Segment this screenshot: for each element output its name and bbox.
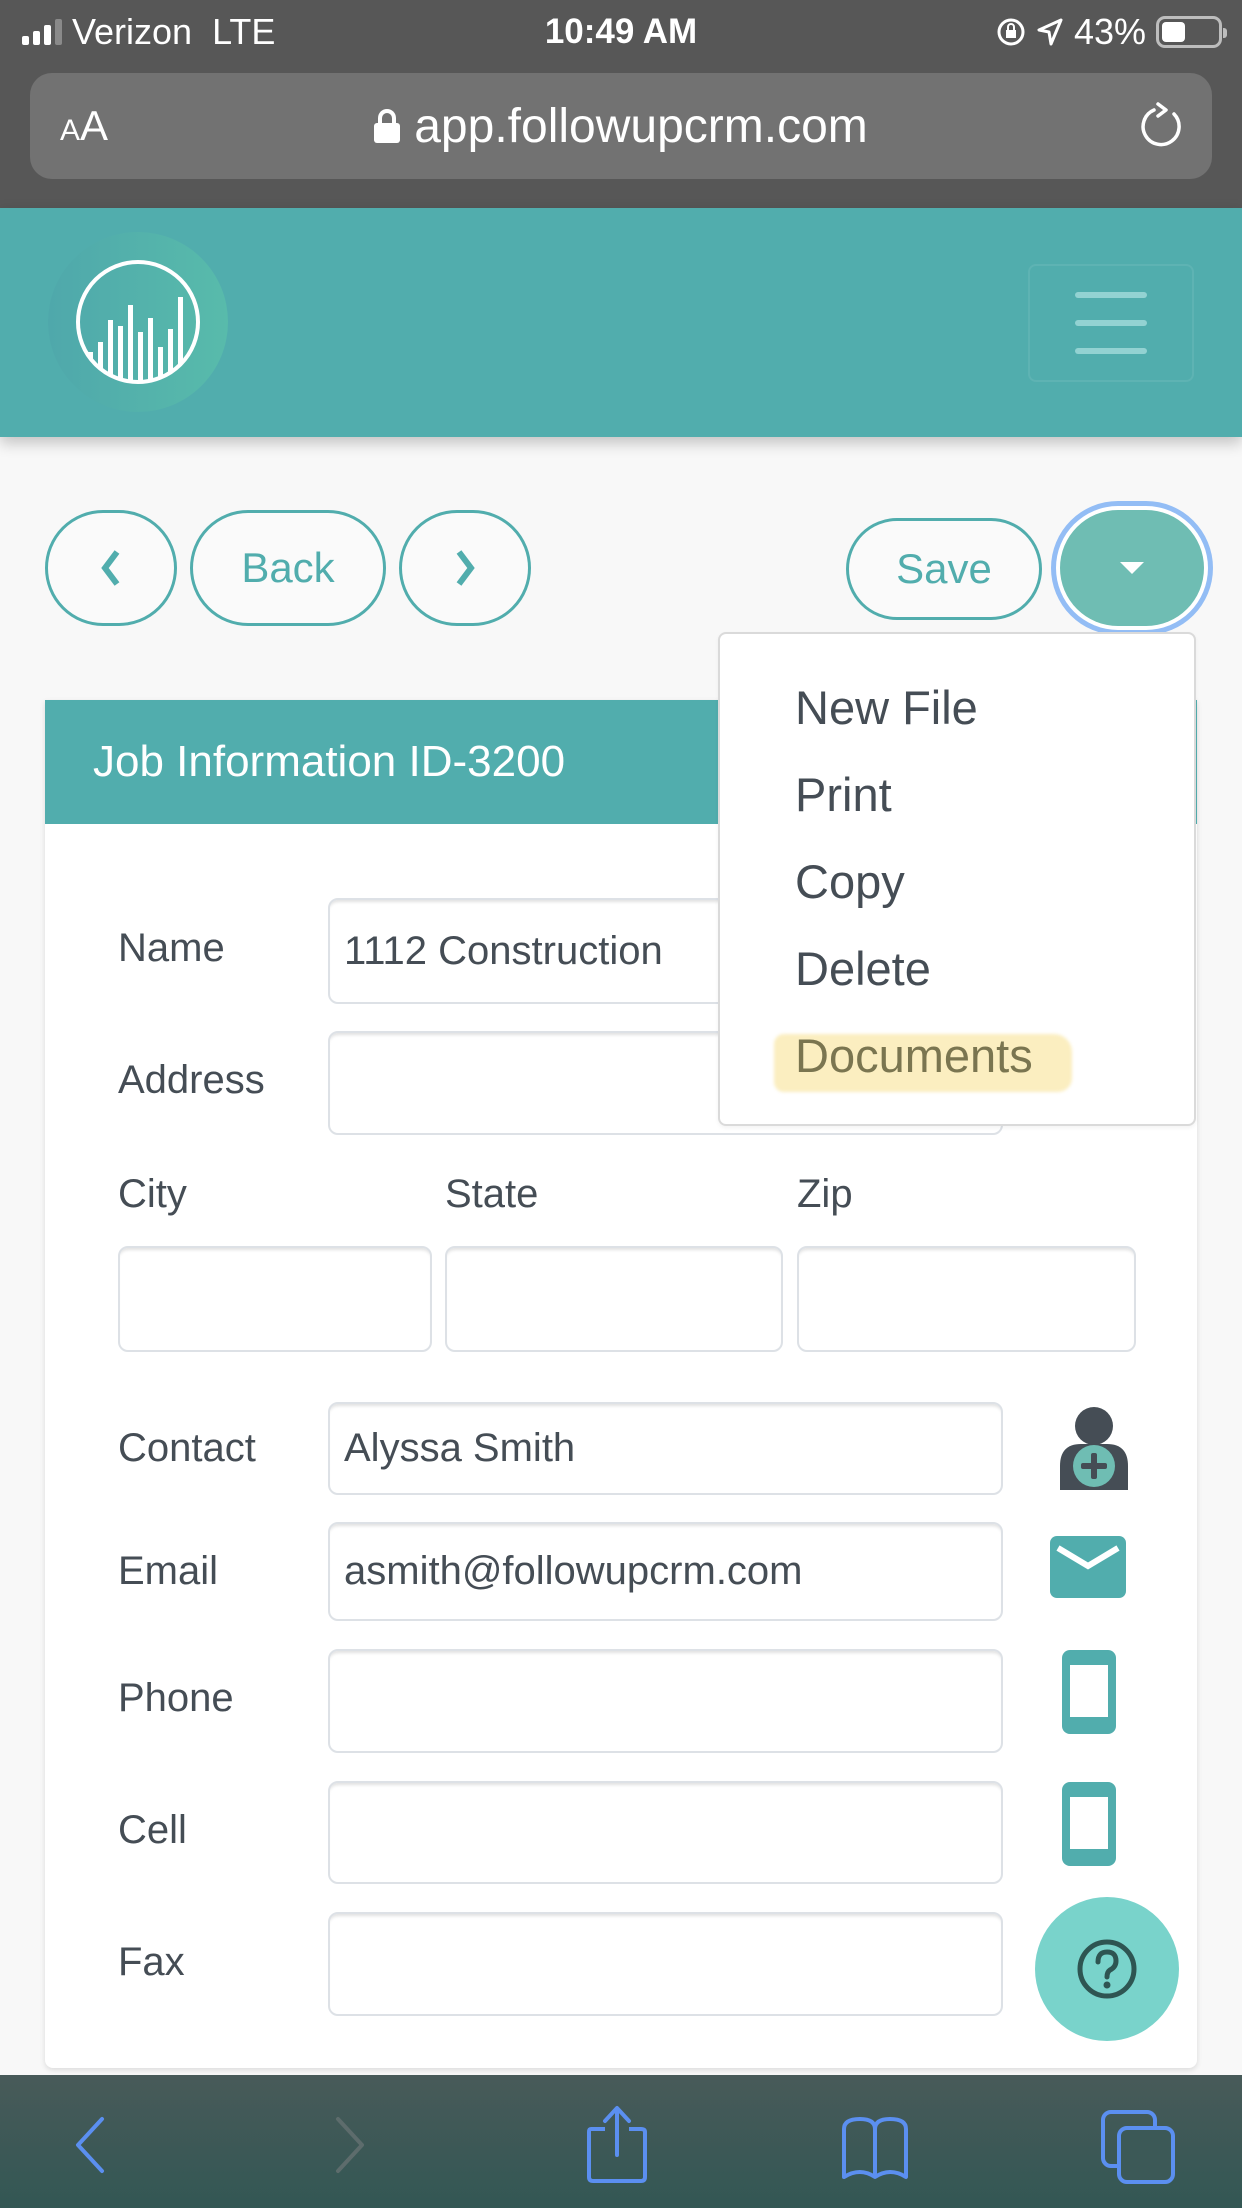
chevron-right-icon [456, 550, 475, 586]
menu-item-print[interactable]: Print [795, 767, 892, 822]
hamburger-line [1075, 320, 1147, 326]
bar-chart-logo-icon [76, 260, 200, 384]
city-input[interactable] [118, 1246, 432, 1352]
cell-phone-icon[interactable] [1062, 1782, 1116, 1866]
state-label: State [445, 1172, 539, 1216]
add-contact-icon[interactable] [1057, 1406, 1131, 1492]
location-arrow-icon [1037, 18, 1063, 46]
address-label: Address [118, 1058, 265, 1102]
name-label: Name [118, 926, 225, 970]
hamburger-line [1075, 292, 1147, 298]
status-bar-right: 43% [996, 10, 1227, 54]
browser-forward-icon[interactable] [330, 2115, 370, 2175]
menu-item-new-file[interactable]: New File [795, 680, 978, 735]
zip-label: Zip [797, 1172, 853, 1216]
previous-record-button[interactable] [45, 510, 177, 626]
hamburger-menu-button[interactable] [1028, 264, 1194, 382]
menu-item-delete[interactable]: Delete [795, 941, 931, 996]
battery-icon [1156, 16, 1227, 48]
send-email-icon[interactable] [1050, 1536, 1126, 1598]
back-button[interactable]: Back [190, 510, 386, 626]
menu-item-documents[interactable]: Documents [795, 1028, 1033, 1083]
url-display[interactable]: app.followupcrm.com [30, 99, 1212, 154]
fax-input[interactable] [328, 1912, 1003, 2016]
email-label: Email [118, 1549, 219, 1593]
email-input[interactable]: asmith@followupcrm.com [328, 1522, 1003, 1621]
phone-input[interactable] [328, 1649, 1003, 1753]
app-header [0, 208, 1242, 437]
orientation-lock-icon [997, 18, 1025, 46]
url-text: app.followupcrm.com [414, 99, 868, 153]
state-input[interactable] [445, 1246, 783, 1352]
battery-percent: 43% [1073, 11, 1146, 52]
help-button[interactable] [1035, 1897, 1179, 2041]
hamburger-line [1075, 348, 1147, 354]
zip-input[interactable] [797, 1246, 1136, 1352]
save-button[interactable]: Save [846, 518, 1042, 620]
browser-top-chrome: Verizon LTE 10:49 AM 43% AA app.followup… [0, 0, 1242, 208]
city-label: City [118, 1172, 187, 1216]
browser-back-icon[interactable] [70, 2115, 110, 2175]
phone-call-icon[interactable] [1062, 1650, 1116, 1734]
question-mark-icon [1077, 1939, 1137, 1999]
menu-item-copy[interactable]: Copy [795, 854, 905, 909]
address-bar[interactable]: AA app.followupcrm.com [30, 73, 1212, 179]
caret-down-icon [1120, 562, 1144, 574]
share-icon[interactable] [585, 2105, 649, 2185]
fax-label: Fax [118, 1940, 185, 1984]
chevron-left-icon [101, 550, 120, 586]
contact-input[interactable]: Alyssa Smith [328, 1402, 1003, 1495]
more-actions-dropdown-button[interactable] [1060, 510, 1204, 626]
lock-icon [374, 109, 401, 143]
bookmarks-icon[interactable] [840, 2115, 910, 2181]
reload-icon[interactable] [1136, 100, 1188, 152]
tabs-icon[interactable] [1100, 2109, 1176, 2185]
cell-input[interactable] [328, 1781, 1003, 1884]
contact-label: Contact [118, 1426, 256, 1470]
browser-bottom-toolbar [0, 2075, 1242, 2208]
cell-label: Cell [118, 1808, 187, 1852]
next-record-button[interactable] [399, 510, 531, 626]
app-logo[interactable] [48, 232, 228, 412]
clock: 10:49 AM [544, 12, 698, 51]
actions-dropdown-menu: New File Print Copy Delete Documents [718, 632, 1196, 1126]
phone-label: Phone [118, 1676, 234, 1720]
